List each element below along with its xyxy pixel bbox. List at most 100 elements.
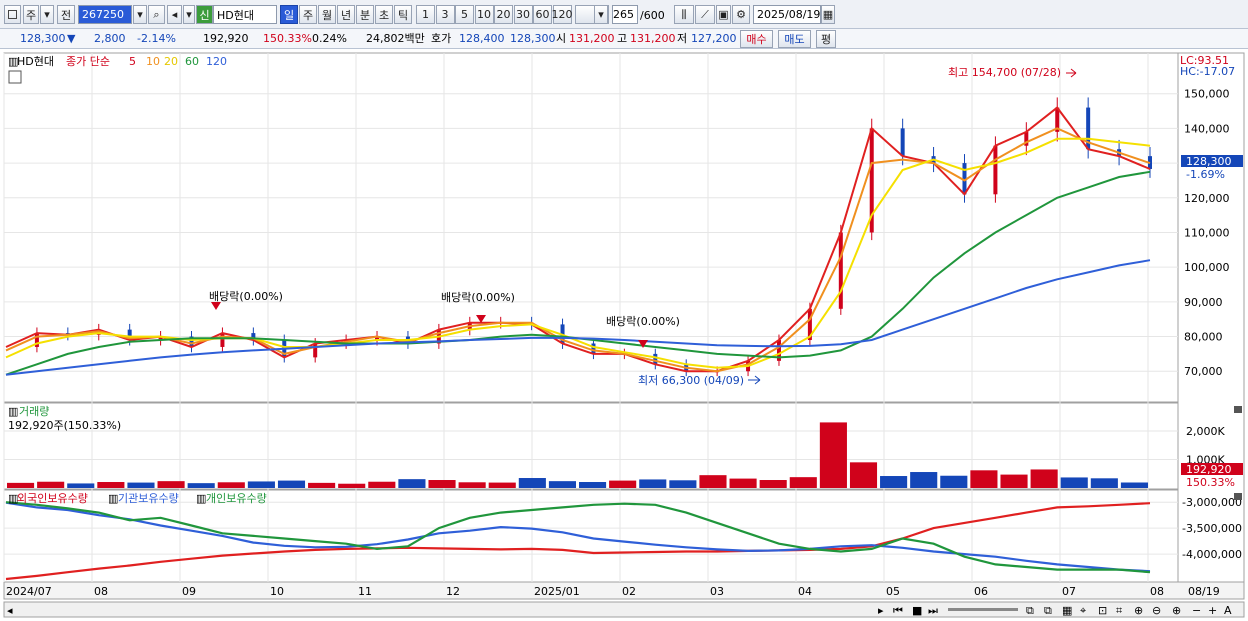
down-arrow-icon: ▼ (67, 32, 76, 45)
bottom-scrollbar[interactable] (3, 601, 1245, 618)
gear-icon[interactable]: ⚙ (732, 5, 750, 24)
volume-bar (7, 482, 35, 488)
volume-bar (518, 478, 546, 488)
candle-body (993, 145, 998, 195)
zoom-out-icon[interactable]: ⊖ (1152, 604, 1161, 617)
tab-period-0[interactable]: 일 (280, 5, 298, 24)
volume-bar (458, 482, 486, 488)
interval-dropdown-icon[interactable]: ▾ (594, 5, 608, 24)
inst-holdings-label: 기관보유수량 (118, 492, 179, 505)
candle-icon[interactable]: ⫼ (674, 5, 694, 24)
holdings-close-icon[interactable] (1234, 493, 1242, 500)
x-tick-label: 08/19 (1188, 585, 1220, 598)
volume-bar (819, 422, 847, 488)
volume-close-icon[interactable] (1234, 406, 1242, 413)
grid-icon[interactable]: ▦ (1062, 604, 1072, 617)
interval-button-20[interactable]: 20 (494, 5, 513, 24)
eval-button[interactable]: 평 (816, 30, 836, 48)
stock-chart[interactable]: 70,000 80,000 90,000 100,000 110,000 120,000 1… (0, 49, 1248, 621)
calendar-icon[interactable]: ▦ (821, 5, 835, 24)
copy-icon[interactable]: ⧉ (1026, 604, 1034, 617)
volume-bar (97, 482, 125, 488)
volume-bar (37, 481, 65, 488)
scroll-right-icon[interactable]: ▸ (878, 604, 884, 617)
price-tick-label: 100,000 (1184, 261, 1230, 274)
volume-bar (428, 480, 456, 488)
pin-icon[interactable]: ⌖ (1080, 604, 1086, 617)
period-type-button[interactable]: 주 (23, 5, 39, 24)
sell-button[interactable]: 매도 (778, 30, 811, 48)
candle-body (313, 343, 318, 358)
stock-name-field[interactable]: HD현대 (213, 5, 277, 24)
first-page-icon[interactable]: ⏮ (893, 604, 903, 617)
grid-toggle-icon[interactable] (8, 70, 22, 84)
volume-bar (970, 470, 998, 488)
interval-button-3[interactable]: 3 (435, 5, 455, 24)
volume-bar (548, 481, 576, 488)
plus-icon[interactable]: + (1208, 604, 1217, 617)
hoga-bid: 128,400 (459, 32, 505, 45)
draw-tool-icon[interactable]: ⟋ (695, 5, 715, 24)
interval-button-10[interactable]: 10 (474, 5, 494, 24)
x-tick-label: 02 (622, 585, 636, 598)
price-tick-label: 90,000 (1184, 296, 1223, 309)
tab-period-5[interactable]: 초 (375, 5, 393, 24)
zoom-slider[interactable] (948, 608, 1018, 611)
volume-bar (127, 482, 155, 488)
dividend-annotation-1: 배당락(0.00%) (209, 290, 283, 303)
high-price: 131,200 (630, 32, 676, 45)
last-page-icon[interactable]: ⏭ (928, 604, 938, 617)
open-label: 시 (556, 32, 567, 45)
paste-icon[interactable]: ⧉ (1044, 604, 1052, 617)
volume-bar (277, 480, 306, 488)
volume-bar (308, 482, 336, 488)
volume-bar (759, 480, 787, 488)
count-input[interactable]: 265 (612, 5, 638, 24)
interval-button-1[interactable]: 1 (416, 5, 435, 24)
speaker-icon[interactable]: ◂ (167, 5, 182, 24)
buy-button[interactable]: 매수 (740, 30, 773, 48)
prev-button[interactable]: 전 (57, 5, 75, 24)
foreign-holdings-label: 외국인보유수량 (17, 492, 88, 505)
code-dropdown-icon[interactable]: ▾ (133, 5, 147, 24)
x-tick-label: 12 (446, 585, 460, 598)
x-tick-label: 07 (1062, 585, 1076, 598)
x-tick-label: 08 (94, 585, 108, 598)
search-icon[interactable]: ⌕ (148, 5, 165, 24)
window-icon[interactable] (4, 5, 21, 24)
interval-button-5[interactable]: 5 (455, 5, 474, 24)
interval-button-60[interactable]: 60 (533, 5, 552, 24)
tab-period-2[interactable]: 월 (318, 5, 336, 24)
tab-period-3[interactable]: 년 (337, 5, 355, 24)
legend-ma120: 120 (206, 55, 227, 68)
stock-code-input[interactable]: 267250 (78, 5, 132, 24)
speaker-dropdown-icon[interactable]: ▾ (183, 5, 195, 24)
save-icon[interactable]: ▣ (716, 5, 731, 24)
date-input[interactable]: 2025/08/19 (753, 5, 821, 24)
stop-icon[interactable]: ■ (912, 604, 922, 617)
open-price: 131,200 (569, 32, 615, 45)
x-tick-label: 08 (1150, 585, 1164, 598)
volume-bar (67, 483, 95, 488)
scroll-left-icon[interactable]: ◂ (7, 604, 13, 617)
tab-period-6[interactable]: 틱 (394, 5, 412, 24)
x-tick-label: 09 (182, 585, 196, 598)
interval-button-30[interactable]: 30 (513, 5, 533, 24)
minus-icon[interactable]: − (1192, 604, 1201, 617)
crosshair-icon[interactable]: ⊕ (1172, 604, 1181, 617)
hoga-ask: 128,300 (510, 32, 556, 45)
volume-title: 거래량 (19, 405, 49, 418)
interval-button-120[interactable]: 120 (552, 5, 573, 24)
volume-bar (880, 476, 908, 488)
volume-bar (217, 482, 245, 488)
font-size-icon[interactable]: A (1224, 604, 1232, 617)
zoom-in-icon[interactable]: ⊕ (1134, 604, 1143, 617)
chevron-down-icon[interactable]: ▾ (40, 5, 54, 24)
volume-bar (1060, 477, 1088, 488)
tab-period-4[interactable]: 분 (356, 5, 374, 24)
volume-bar (1120, 482, 1148, 488)
crop-icon[interactable]: ⌗ (1116, 604, 1122, 617)
tab-period-1[interactable]: 주 (299, 5, 317, 24)
lock-icon[interactable]: ⊡ (1098, 604, 1107, 617)
current-price: 128,300 (20, 32, 66, 45)
